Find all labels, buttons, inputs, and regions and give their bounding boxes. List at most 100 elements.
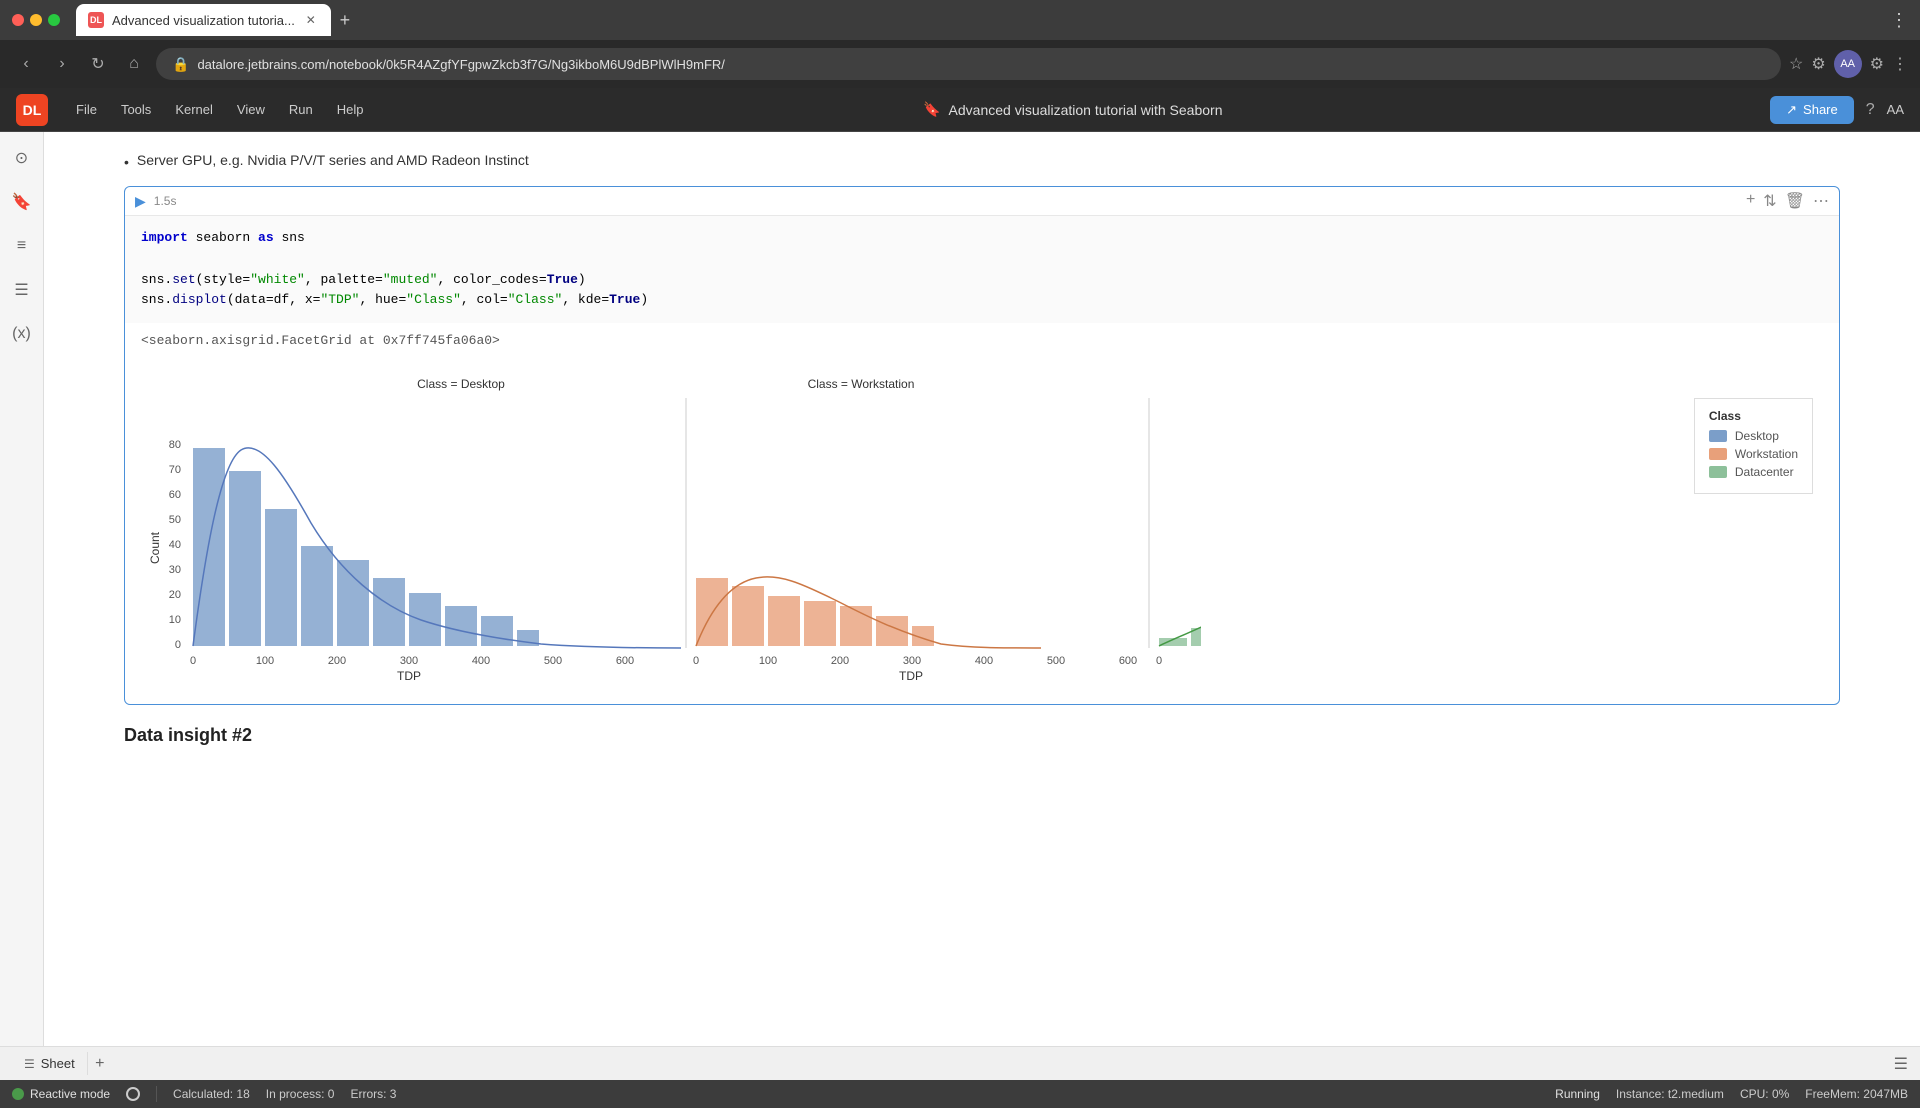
x-tick-p2: 400 [975,655,993,667]
settings-icon[interactable]: ⚙ [1870,54,1884,74]
window-controls [12,14,60,26]
profile-avatar[interactable]: AA [1834,50,1862,78]
back-button[interactable]: ‹ [12,50,40,78]
status-cpu: CPU: 0% [1740,1087,1789,1101]
bar-desktop-2 [229,471,261,646]
x-tick-p2: 200 [831,655,849,667]
aa-button[interactable]: AA [1887,102,1904,117]
menu-run[interactable]: Run [277,96,325,123]
menu-file[interactable]: File [64,96,109,123]
x-tick-p1: 100 [256,655,274,667]
y-tick: 40 [169,539,181,551]
active-tab[interactable]: DL Advanced visualization tutoria... ✕ [76,4,331,36]
address-bar-icons: ☆ ⚙ AA ⚙ ⋮ [1789,50,1908,78]
menu-view[interactable]: View [225,96,277,123]
content-area: • Server GPU, e.g. Nvidia P/V/T series a… [44,132,1920,1046]
bottom-right: ☰ [1894,1054,1908,1074]
x-tick-p2: 600 [1119,655,1137,667]
x-tick-p1: 200 [328,655,346,667]
x-tick-p1: 500 [544,655,562,667]
sidebar-bookmark-icon[interactable]: 🔖 [8,188,36,216]
left-sidebar: ⊙ 🔖 ≡ ☰ (x) [0,132,44,1046]
toolbar-right: ↗ Share ? AA [1770,96,1904,124]
new-tab-button[interactable]: + [331,6,359,34]
bullet-text: Server GPU, e.g. Nvidia P/V/T series and… [137,152,529,168]
reactive-mode-label: Reactive mode [30,1087,110,1101]
chart-inner: Count Class = Desktop 0 10 20 30 40 50 6… [141,368,1823,688]
bottom-tabs-bar: ☰ Sheet + ☰ [0,1046,1920,1080]
x-tick-p2: 100 [759,655,777,667]
sheet-tab[interactable]: ☰ Sheet [12,1052,88,1075]
y-tick: 20 [169,589,181,601]
browser-chrome: DL Advanced visualization tutoria... ✕ +… [0,0,1920,40]
bar-work-2 [732,586,764,646]
share-button[interactable]: ↗ Share [1770,96,1854,124]
legend-label-desktop: Desktop [1735,429,1779,443]
section-title: Data insight #2 [124,725,1840,746]
code-line-2: sns.set(style="white", palette="muted", … [141,270,1823,291]
y-tick: 30 [169,564,181,576]
legend-item-workstation: Workstation [1709,447,1798,461]
bar-desktop-7 [409,593,441,646]
tab-favicon: DL [88,12,104,28]
cell-code[interactable]: import seaborn as sns sns.set(style="whi… [125,216,1839,323]
reload-button[interactable]: ↻ [84,50,112,78]
delete-cell-icon[interactable]: 🗑 [1785,191,1805,211]
cell-output-text: <seaborn.axisgrid.FacetGrid at 0x7ff745f… [125,323,1839,358]
help-icon[interactable]: ? [1866,101,1875,119]
address-bar: ‹ › ↻ ⌂ 🔒 datalore.jetbrains.com/noteboo… [0,40,1920,88]
legend-title: Class [1709,409,1798,423]
sidebar-variable-icon[interactable]: (x) [8,320,36,348]
code-line-3: sns.displot(data=df, x="TDP", hue="Class… [141,290,1823,311]
maximize-button[interactable] [48,14,60,26]
legend-label-workstation: Workstation [1735,447,1798,461]
notebook-title: Advanced visualization tutorial with Sea… [949,102,1223,118]
reactive-dot [12,1088,24,1100]
legend-color-workstation [1709,448,1727,460]
y-tick: 70 [169,464,181,476]
status-separator [156,1086,157,1102]
home-button[interactable]: ⌂ [120,50,148,78]
browser-menu-icon[interactable]: ⋮ [1890,10,1908,31]
menu-tools[interactable]: Tools [109,96,163,123]
status-freemem: FreeMem: 2047MB [1805,1087,1908,1101]
url-bar[interactable]: 🔒 datalore.jetbrains.com/notebook/0k5R4A… [156,48,1781,80]
tab-close-button[interactable]: ✕ [303,12,319,28]
app-toolbar: DL File Tools Kernel View Run Help 🔖 Adv… [0,88,1920,132]
hamburger-icon[interactable]: ☰ [1894,1054,1908,1074]
more-icon[interactable]: ⋮ [1892,54,1908,74]
sidebar-list-icon[interactable]: ☰ [8,276,36,304]
y-tick: 10 [169,614,181,626]
x-tick-p3: 0 [1156,655,1162,667]
legend-color-datacenter [1709,466,1727,478]
menu-kernel[interactable]: Kernel [163,96,225,123]
close-button[interactable] [12,14,24,26]
app-logo: DL [16,94,48,126]
x-axis-title-p2: TDP [899,669,923,683]
run-cell-button[interactable]: ▶ [135,193,146,210]
more-cell-icon[interactable]: ⋯ [1813,191,1829,211]
chart-legend: Class Desktop Workstation Datacenter [1694,398,1813,494]
move-cell-icon[interactable]: ⇅ [1763,191,1776,211]
sidebar-layers-icon[interactable]: ≡ [8,232,36,260]
minimize-button[interactable] [30,14,42,26]
lock-icon: 🔒 [172,56,189,73]
panel2-title: Class = Workstation [808,377,915,391]
status-circle-icon [126,1087,140,1101]
y-axis-label: Count [148,532,162,565]
add-cell-icon[interactable]: + [1746,191,1755,211]
x-tick-p1: 400 [472,655,490,667]
extensions-icon[interactable]: ⚙ [1811,54,1825,74]
sheet-icon: ☰ [24,1057,35,1071]
cell-runtime: 1.5s [154,194,177,208]
legend-label-datacenter: Datacenter [1735,465,1794,479]
add-sheet-button[interactable]: + [88,1052,112,1076]
menu-help[interactable]: Help [325,96,376,123]
status-bar: Reactive mode Calculated: 18 In process:… [0,1080,1920,1108]
x-tick-p2: 500 [1047,655,1065,667]
legend-item-desktop: Desktop [1709,429,1798,443]
panel1-title: Class = Desktop [417,377,505,391]
bookmark-icon[interactable]: ☆ [1789,54,1803,74]
sidebar-home-icon[interactable]: ⊙ [8,144,36,172]
forward-button[interactable]: › [48,50,76,78]
